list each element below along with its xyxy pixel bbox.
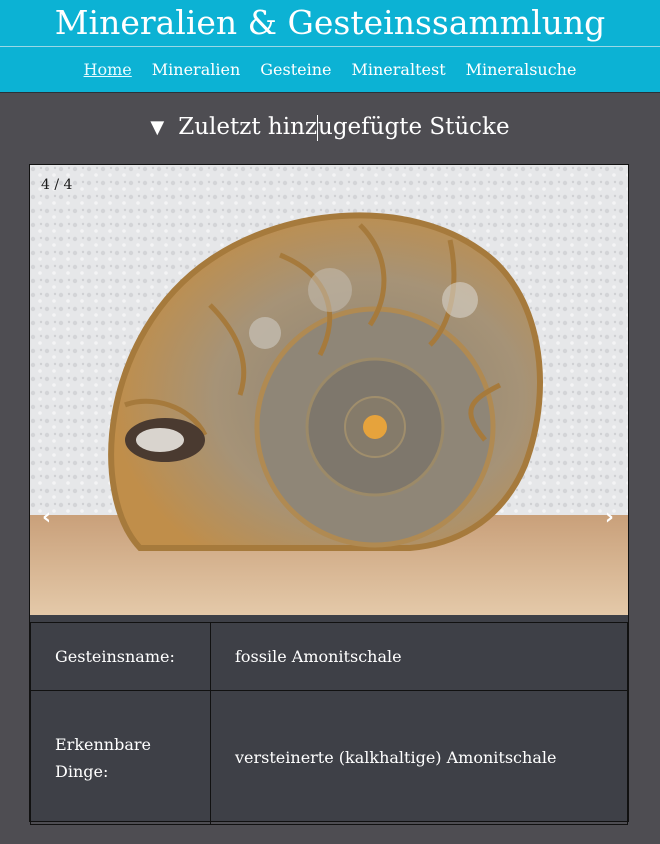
row-label: Gesteinsname: (30, 622, 211, 691)
nav-mineralien[interactable]: Mineralien (152, 60, 240, 79)
prev-slide-button[interactable]: ‹ (42, 505, 51, 530)
nav-mineraltest[interactable]: Mineraltest (352, 60, 446, 79)
row-label: Erkennbare Dinge: (30, 690, 211, 825)
next-slide-button[interactable]: › (605, 505, 614, 530)
recent-items-toggle[interactable]: ▼ Zuletzt hinzugefügte Stücke (0, 112, 660, 142)
item-card: 4 / 4 ‹ › Gesteinsname: fossile Amonitsc… (30, 165, 628, 825)
section-title: Zuletzt hinzugefügte Stücke (178, 113, 510, 141)
nav-mineralsuche[interactable]: Mineralsuche (466, 60, 577, 79)
main-nav: Home Mineralien Gesteine Mineraltest Min… (0, 47, 660, 92)
details-table: Gesteinsname: fossile Amonitschale Erken… (30, 622, 628, 825)
row-value: fossile Amonitschale (210, 622, 628, 691)
slide-counter: 4 / 4 (41, 177, 73, 193)
triangle-down-icon: ▼ (150, 116, 165, 138)
ammonite-photo (30, 165, 628, 615)
table-row: Erkennbare Dinge: versteinerte (kalkhalt… (30, 690, 628, 825)
slideshow: 4 / 4 ‹ › (30, 165, 628, 615)
table-row: Gesteinsname: fossile Amonitschale (30, 622, 628, 691)
nav-home[interactable]: Home (84, 60, 132, 79)
site-header: Mineralien & Gesteinssammlung Home Miner… (0, 0, 660, 93)
row-value: versteinerte (kalkhaltige) Amonitschale (210, 690, 628, 825)
site-title: Mineralien & Gesteinssammlung (0, 0, 660, 47)
nav-gesteine[interactable]: Gesteine (260, 60, 331, 79)
